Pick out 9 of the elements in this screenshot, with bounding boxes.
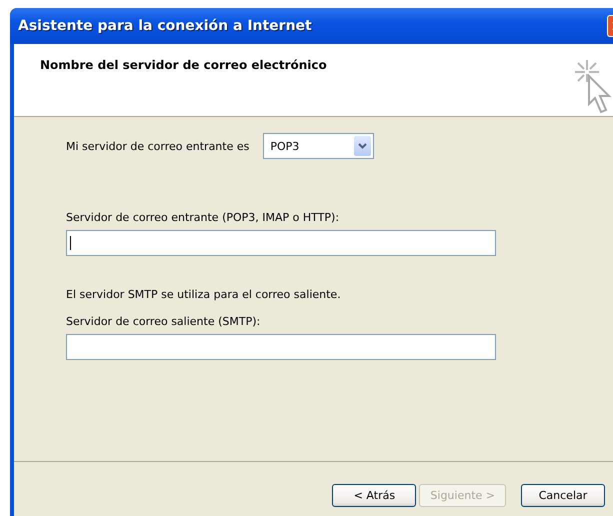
field-label: Servidor de correo saliente (SMTP): [66, 315, 262, 328]
server-type-label: Mi servidor de correo entrante es [66, 140, 250, 152]
server-type-dropdown[interactable]: POP3 [263, 133, 374, 159]
wizard-button[interactable]: < Atrás [332, 484, 416, 507]
window-title: Asistente para la conexión a Internet [18, 18, 312, 34]
wizard-button[interactable]: Cancelar [521, 484, 605, 507]
info-text: El servidor SMTP se utiliza para el correo saliente. [66, 288, 342, 301]
page-heading: Nombre del servidor de correo electrónico [40, 58, 327, 74]
field-label: Servidor de correo entrante (POP3, IMAP o HTTP): [66, 211, 340, 224]
